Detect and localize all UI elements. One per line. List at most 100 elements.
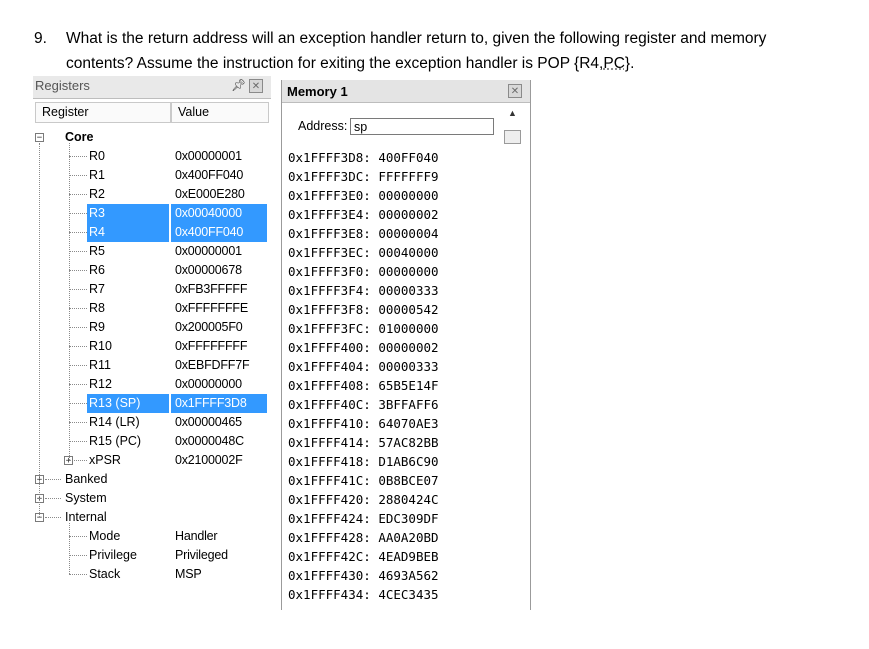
memory-row[interactable]: 0x1FFFF414: 57AC82BB <box>288 433 439 452</box>
close-icon[interactable]: ✕ <box>508 84 522 98</box>
register-name: R7 <box>89 282 105 296</box>
register-value: 0x200005F0 <box>175 320 243 334</box>
memory-row[interactable]: 0x1FFFF428: AA0A20BD <box>288 528 439 547</box>
close-icon[interactable]: ✕ <box>249 79 263 93</box>
register-name: R12 <box>89 377 112 391</box>
memory-row[interactable]: 0x1FFFF420: 2880424C <box>288 490 439 509</box>
group-label: System <box>65 491 107 505</box>
register-value: 0xE000E280 <box>175 187 245 201</box>
internal-value: Handler <box>175 529 218 543</box>
memory-value: 01000000 <box>378 321 439 336</box>
group-banked[interactable]: + Banked <box>33 470 271 489</box>
register-name: R11 <box>89 358 112 372</box>
address-label: Address: <box>298 119 348 133</box>
memory-address: 0x1FFFF3F8: <box>288 302 371 317</box>
registers-title-bar[interactable]: Registers 📌︎ ✕ <box>33 76 271 99</box>
tree-connector <box>69 232 87 233</box>
memory-value: 00000002 <box>378 207 439 222</box>
register-value: 0x00040000 <box>175 206 242 220</box>
register-value: 0x400FF040 <box>175 168 244 182</box>
column-header-value[interactable]: Value <box>171 102 269 123</box>
tree-connector <box>69 441 87 442</box>
pin-icon[interactable]: 📌︎ <box>231 78 246 92</box>
question-line-2-prefix: contents? Assume the instruction for exi… <box>66 55 604 72</box>
memory-address: 0x1FFFF3FC: <box>288 321 371 336</box>
memory-row[interactable]: 0x1FFFF410: 64070AE3 <box>288 414 439 433</box>
register-value: 0xEBFDFF7F <box>175 358 250 372</box>
scroll-up-icon[interactable]: ▲ <box>508 108 517 118</box>
memory-row[interactable]: 0x1FFFF408: 65B5E14F <box>288 376 439 395</box>
memory-value: 65B5E14F <box>378 378 439 393</box>
register-value: 0x00000000 <box>175 377 242 391</box>
question-line-2: contents? Assume the instruction for exi… <box>66 51 856 76</box>
register-value: 0x00000001 <box>175 244 242 258</box>
memory-row[interactable]: 0x1FFFF3D8: 400FF040 <box>288 148 439 167</box>
collapse-icon[interactable]: − <box>35 133 44 143</box>
memory-row[interactable]: 0x1FFFF424: EDC309DF <box>288 509 439 528</box>
memory-value: 2880424C <box>378 492 439 507</box>
register-value: 0x1FFFF3D8 <box>175 396 247 410</box>
memory-row[interactable]: 0x1FFFF3F8: 00000542 <box>288 300 439 319</box>
memory-address: 0x1FFFF40C: <box>288 397 371 412</box>
question-text: What is the return address will an excep… <box>66 26 856 76</box>
memory-value: 3BFFAFF6 <box>378 397 439 412</box>
tree-connector <box>69 555 87 556</box>
scrollbar-thumb[interactable] <box>504 130 521 144</box>
group-system[interactable]: + System <box>33 489 271 508</box>
memory-value: D1AB6C90 <box>378 454 439 469</box>
question-pc-word: PC <box>603 55 625 72</box>
question-line-1: What is the return address will an excep… <box>66 30 767 47</box>
memory-address: 0x1FFFF418: <box>288 454 371 469</box>
memory-row[interactable]: 0x1FFFF3DC: FFFFFFF9 <box>288 167 439 186</box>
tree-connector <box>69 270 87 271</box>
registers-title: Registers <box>35 78 90 93</box>
column-header-register[interactable]: Register <box>35 102 171 123</box>
internal-name: Mode <box>89 529 121 543</box>
memory-address: 0x1FFFF404: <box>288 359 371 374</box>
memory-value: 00000002 <box>378 340 439 355</box>
memory-row[interactable]: 0x1FFFF430: 4693A562 <box>288 566 439 585</box>
memory-row[interactable]: 0x1FFFF3E0: 00000000 <box>288 186 439 205</box>
memory-address: 0x1FFFF3D8: <box>288 150 371 165</box>
internal-value: MSP <box>175 567 202 581</box>
tree-connector <box>69 384 87 385</box>
memory-address: 0x1FFFF3E4: <box>288 207 371 222</box>
memory-row[interactable]: 0x1FFFF3F0: 00000000 <box>288 262 439 281</box>
memory-row[interactable]: 0x1FFFF40C: 3BFFAFF6 <box>288 395 439 414</box>
tree-connector <box>69 346 87 347</box>
register-name: R10 <box>89 339 112 353</box>
memory-address: 0x1FFFF3F4: <box>288 283 371 298</box>
register-value: 0x00000678 <box>175 263 242 277</box>
registers-panel: Registers 📌︎ ✕ Register Value − Core R0 0x0… <box>33 76 271 609</box>
register-value: 0xFB3FFFFF <box>175 282 248 296</box>
memory-value: 4CEC3435 <box>378 587 439 602</box>
memory-row[interactable]: 0x1FFFF400: 00000002 <box>288 338 439 357</box>
tree-connector <box>69 156 87 157</box>
memory-title-bar[interactable]: Memory 1 ✕ <box>282 80 530 103</box>
tree-connector <box>69 327 87 328</box>
memory-row[interactable]: 0x1FFFF3F4: 00000333 <box>288 281 439 300</box>
memory-row[interactable]: 0x1FFFF3E8: 00000004 <box>288 224 439 243</box>
memory-row[interactable]: 0x1FFFF418: D1AB6C90 <box>288 452 439 471</box>
register-value: 0x0000048C <box>175 434 244 448</box>
memory-row[interactable]: 0x1FFFF3FC: 01000000 <box>288 319 439 338</box>
memory-address: 0x1FFFF410: <box>288 416 371 431</box>
internal-value: Privileged <box>175 548 228 562</box>
tree-connector <box>69 523 70 574</box>
register-value: 0x00000001 <box>175 149 242 163</box>
tree-connector <box>69 143 70 460</box>
memory-address: 0x1FFFF430: <box>288 568 371 583</box>
memory-value: 400FF040 <box>378 150 439 165</box>
memory-address: 0x1FFFF3F0: <box>288 264 371 279</box>
memory-row[interactable]: 0x1FFFF42C: 4EAD9BEB <box>288 547 439 566</box>
memory-row[interactable]: 0x1FFFF41C: 0B8BCE07 <box>288 471 439 490</box>
memory-row[interactable]: 0x1FFFF434: 4CEC3435 <box>288 585 439 604</box>
memory-row[interactable]: 0x1FFFF3E4: 00000002 <box>288 205 439 224</box>
register-name: R15 (PC) <box>89 434 142 448</box>
register-value: 0xFFFFFFFF <box>175 339 248 353</box>
memory-row[interactable]: 0x1FFFF3EC: 00040000 <box>288 243 439 262</box>
memory-row[interactable]: 0x1FFFF404: 00000333 <box>288 357 439 376</box>
tree-connector <box>69 422 87 423</box>
address-input[interactable]: sp <box>350 118 494 135</box>
question-line-2-suffix: }. <box>624 55 635 72</box>
